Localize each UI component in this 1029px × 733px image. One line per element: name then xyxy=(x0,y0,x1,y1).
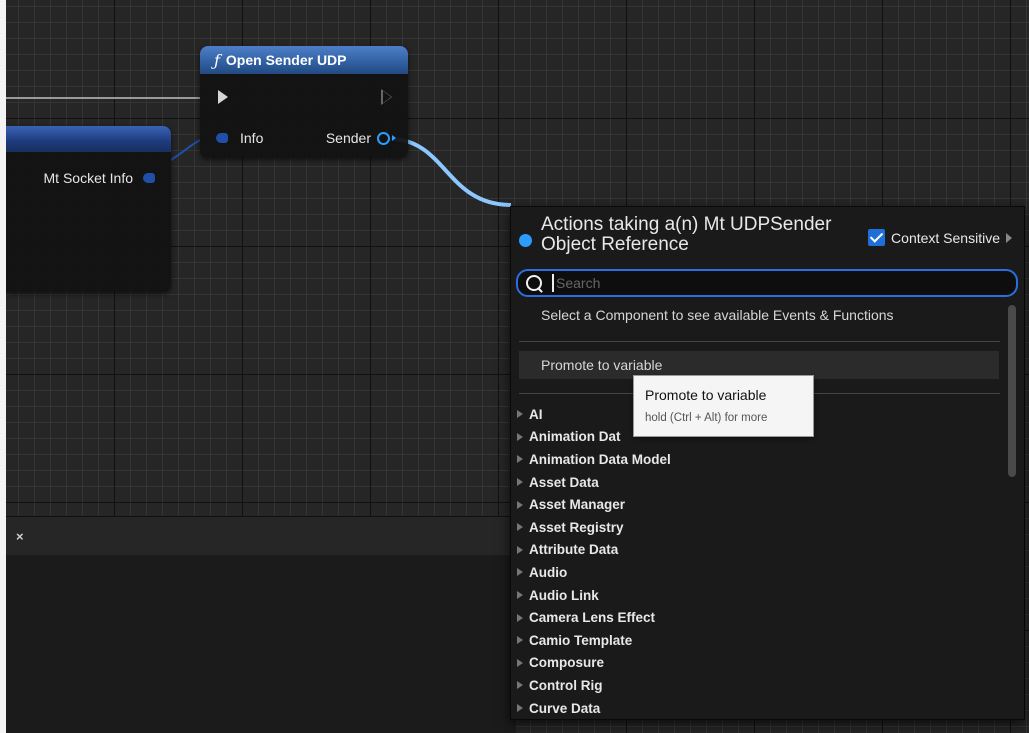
expand-arrow-icon[interactable] xyxy=(517,568,523,577)
expand-arrow-icon[interactable] xyxy=(517,523,523,532)
category-label: Attribute Data xyxy=(529,542,619,558)
pin-label: Info xyxy=(240,130,264,146)
chevron-right-icon[interactable] xyxy=(1006,232,1012,243)
function-icon: ƒ xyxy=(214,50,220,70)
struct-pin-icon[interactable] xyxy=(143,173,155,183)
bottom-panel: × xyxy=(6,516,516,733)
socket-info-node[interactable]: Mt Socket Info xyxy=(6,126,171,292)
expand-arrow-icon[interactable] xyxy=(517,681,523,690)
category-item[interactable]: Asset Manager xyxy=(517,493,671,516)
category-item[interactable]: Asset Data xyxy=(517,471,671,494)
category-item[interactable]: Animation Data Model xyxy=(517,448,671,471)
struct-pin-icon[interactable] xyxy=(216,133,228,143)
tooltip-title: Promote to variable xyxy=(645,387,767,403)
checkbox-checked-icon[interactable] xyxy=(868,229,886,246)
category-label: Asset Registry xyxy=(529,519,624,535)
object-wire xyxy=(389,137,512,207)
category-label: Asset Manager xyxy=(529,497,626,513)
category-label: Composure xyxy=(529,655,605,671)
category-item[interactable]: Audio xyxy=(517,561,671,584)
blueprint-graph[interactable]: Mt Socket Info ƒ Open Sender UDP Info Se… xyxy=(6,0,1029,733)
category-list: AI Animation Dat Animation Data Model Asset… xyxy=(517,403,671,719)
tooltip: Promote to variable hold (Ctrl + Alt) fo… xyxy=(633,375,814,437)
expand-arrow-icon[interactable] xyxy=(517,410,523,419)
pin-label: Sender xyxy=(325,130,371,146)
expand-arrow-icon[interactable] xyxy=(517,545,523,554)
category-label: Control Rig xyxy=(529,677,603,693)
expand-arrow-icon[interactable] xyxy=(517,478,523,487)
component-message: Select a Component to see available Even… xyxy=(541,307,894,323)
category-label: Asset Data xyxy=(529,474,599,490)
expand-arrow-icon[interactable] xyxy=(517,704,523,713)
category-label: AI xyxy=(529,406,543,422)
category-label: Audio xyxy=(529,564,568,580)
sender-output-pin[interactable]: Sender xyxy=(326,130,396,146)
category-item[interactable]: Camio Template xyxy=(517,629,671,652)
pin-arrow-icon xyxy=(392,135,396,141)
category-label: Camio Template xyxy=(529,632,633,648)
category-label: Audio Link xyxy=(529,587,599,603)
pin-label: Mt Socket Info xyxy=(43,170,133,186)
tooltip-hint: hold (Ctrl + Alt) for more xyxy=(645,412,768,424)
category-item[interactable]: Control Rig xyxy=(517,674,671,697)
expand-arrow-icon[interactable] xyxy=(517,591,523,600)
node-header: ƒ Open Sender UDP xyxy=(200,46,408,74)
info-input-pin[interactable]: Info xyxy=(216,130,263,146)
divider xyxy=(519,341,1000,342)
struct-wire xyxy=(170,139,201,161)
tab-bar: × xyxy=(6,516,516,555)
object-pin-icon[interactable] xyxy=(377,131,390,145)
search-icon xyxy=(526,275,542,291)
category-label: Camera Lens Effect xyxy=(529,610,656,626)
menu-item-label: Promote to variable xyxy=(541,357,663,373)
context-sensitive-label: Context Sensitive xyxy=(891,229,1000,246)
expand-arrow-icon[interactable] xyxy=(517,613,523,622)
node-title: Open Sender UDP xyxy=(225,52,347,68)
socket-info-pin[interactable]: Mt Socket Info xyxy=(44,170,155,186)
menu-title: Actions taking a(n) Mt UDPSender Object … xyxy=(541,214,832,255)
object-type-icon xyxy=(519,234,532,247)
expand-arrow-icon[interactable] xyxy=(517,500,523,509)
category-item[interactable]: Audio Link xyxy=(517,584,671,607)
exec-output-pin-icon[interactable] xyxy=(381,89,392,105)
search-input[interactable] xyxy=(552,274,978,292)
search-box[interactable] xyxy=(516,269,1018,297)
expand-arrow-icon[interactable] xyxy=(517,432,523,441)
expand-arrow-icon[interactable] xyxy=(517,658,523,667)
expand-arrow-icon[interactable] xyxy=(517,455,523,464)
action-menu: Actions taking a(n) Mt UDPSender Object … xyxy=(510,206,1025,720)
exec-input-pin-icon[interactable] xyxy=(218,90,228,104)
close-icon[interactable]: × xyxy=(16,529,24,544)
category-item[interactable]: Attribute Data xyxy=(517,539,671,562)
category-item[interactable]: Curve Data xyxy=(517,697,671,720)
category-label: Animation Dat xyxy=(529,429,621,445)
open-sender-udp-node[interactable]: ƒ Open Sender UDP Info Sender xyxy=(200,46,408,158)
scrollbar[interactable] xyxy=(1008,305,1016,477)
node-header xyxy=(6,126,171,152)
expand-arrow-icon[interactable] xyxy=(517,636,523,645)
category-item[interactable]: Asset Registry xyxy=(517,516,671,539)
category-label: Animation Data Model xyxy=(529,451,671,467)
category-item[interactable]: Camera Lens Effect xyxy=(517,606,671,629)
context-sensitive-toggle[interactable]: Context Sensitive xyxy=(868,229,1012,246)
category-item[interactable]: Composure xyxy=(517,652,671,675)
category-label: Curve Data xyxy=(529,700,601,716)
